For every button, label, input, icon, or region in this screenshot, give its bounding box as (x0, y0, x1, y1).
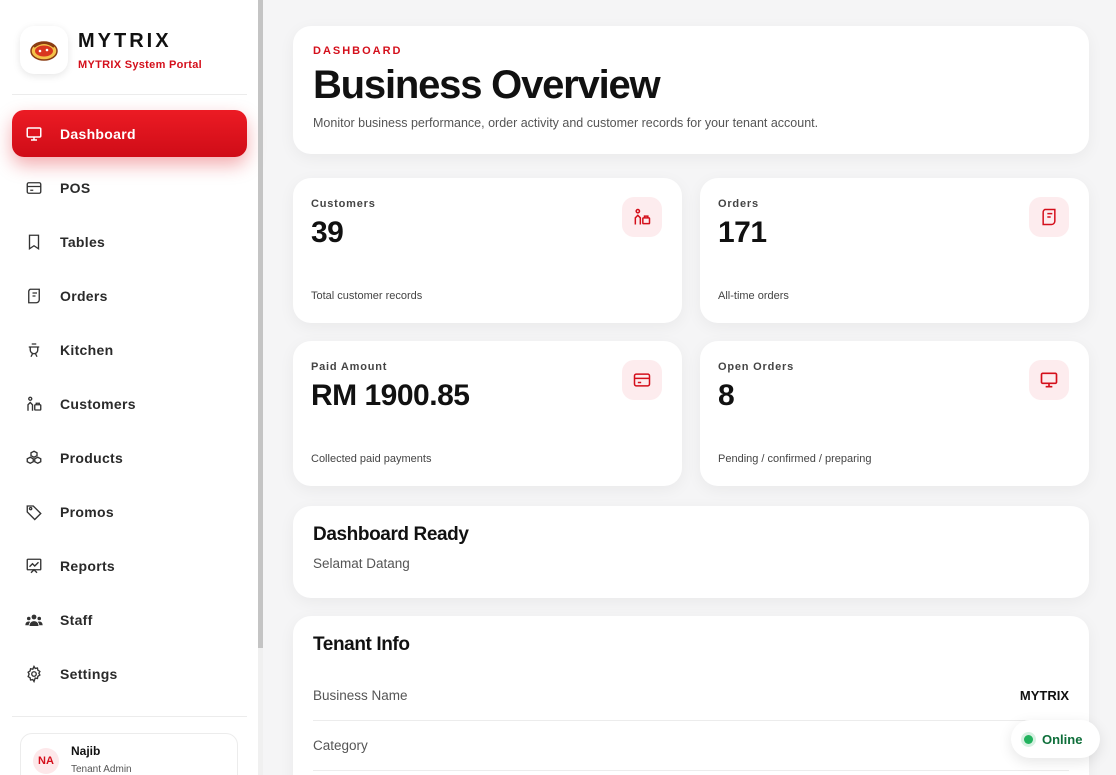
info-row-category: Category (313, 721, 1069, 771)
section-title: Dashboard Ready (313, 524, 469, 545)
dashboard-ready-card: Dashboard Ready Selamat Datang (293, 506, 1089, 598)
receipt-icon (1029, 197, 1069, 237)
stat-value: 171 (718, 216, 767, 249)
page-title: Business Overview (313, 63, 661, 107)
page-description: Monitor business performance, order acti… (313, 116, 819, 130)
bookmark-icon (24, 232, 44, 252)
sidebar-nav: Dashboard POS Tables Orders Kitchen Cust… (12, 110, 247, 704)
info-key: Category (313, 738, 368, 753)
avatar: NA (33, 748, 59, 774)
info-value: MYTRIX (1019, 688, 1069, 703)
user-name: Najib (71, 744, 101, 758)
sidebar-item-label: Dashboard (60, 125, 136, 142)
info-row-business-name: Business Name MYTRIX (313, 671, 1069, 721)
user-role: Tenant Admin (71, 764, 132, 775)
users-icon (24, 610, 44, 630)
stat-caption: All-time orders (718, 290, 789, 302)
stat-label: Open Orders (718, 361, 795, 373)
sidebar-scrollbar-thumb[interactable] (258, 0, 263, 648)
stat-caption: Collected paid payments (311, 453, 432, 465)
customer-icon (24, 394, 44, 414)
sidebar-item-label: POS (60, 179, 91, 196)
status-label: Online (1042, 731, 1083, 747)
brand-subtitle: MYTRIX System Portal (78, 58, 202, 71)
sidebar-item-label: Tables (60, 233, 106, 250)
page-header-card: DASHBOARD Business Overview Monitor busi… (293, 26, 1089, 154)
sidebar: MYTRIX MYTRIX System Portal Dashboard PO… (0, 0, 258, 775)
brand-name: MYTRIX (78, 29, 172, 52)
sidebar-divider (12, 716, 247, 717)
sidebar-item-label: Staff (60, 611, 93, 628)
cooking-pot-icon (24, 340, 44, 360)
sidebar-item-reports[interactable]: Reports (12, 542, 247, 589)
sidebar-item-dashboard[interactable]: Dashboard (12, 110, 247, 157)
status-dot (1024, 734, 1033, 744)
sidebar-item-promos[interactable]: Promos (12, 488, 247, 535)
gear-icon (24, 664, 44, 684)
card-icon (622, 360, 662, 400)
logo-mark (30, 41, 58, 61)
sidebar-item-tables[interactable]: Tables (12, 218, 247, 265)
sidebar-item-orders[interactable]: Orders (12, 272, 247, 319)
tag-icon (24, 502, 44, 522)
stat-card-open-orders: Open Orders 8 Pending / confirmed / prep… (700, 341, 1089, 486)
stat-card-customers: Customers 39 Total customer records (293, 178, 682, 323)
sidebar-item-pos[interactable]: POS (12, 164, 247, 211)
welcome-text: Selamat Datang (313, 556, 410, 571)
sidebar-item-label: Products (60, 449, 124, 466)
online-status-badge[interactable]: Online (1011, 720, 1100, 758)
sidebar-item-label: Reports (60, 557, 115, 574)
stat-label: Paid Amount (311, 361, 388, 373)
stat-value: RM 1900.85 (311, 379, 470, 412)
customer-icon (622, 197, 662, 237)
sidebar-item-label: Promos (60, 503, 114, 520)
chart-board-icon (24, 556, 44, 576)
stat-label: Orders (718, 198, 759, 210)
sidebar-item-label: Customers (60, 395, 136, 412)
card-icon (24, 178, 44, 198)
stat-value: 39 (311, 216, 344, 249)
tenant-info-card: Tenant Info Business Name MYTRIX Categor… (293, 616, 1089, 775)
stat-value: 8 (718, 379, 735, 412)
sidebar-item-label: Orders (60, 287, 108, 304)
sidebar-item-products[interactable]: Products (12, 434, 247, 481)
receipt-icon (24, 286, 44, 306)
page-eyebrow: DASHBOARD (313, 45, 403, 57)
stat-caption: Total customer records (311, 290, 423, 302)
sidebar-item-settings[interactable]: Settings (12, 650, 247, 697)
stat-label: Customers (311, 198, 376, 210)
stat-card-orders: Orders 171 All-time orders (700, 178, 1089, 323)
sidebar-item-label: Kitchen (60, 341, 114, 358)
stat-caption: Pending / confirmed / preparing (718, 453, 872, 465)
boxes-icon (24, 448, 44, 468)
brand-logo (20, 26, 68, 74)
monitor-icon (1029, 360, 1069, 400)
user-profile-card[interactable]: NA Najib Tenant Admin (20, 733, 238, 775)
sidebar-item-kitchen[interactable]: Kitchen (12, 326, 247, 373)
sidebar-item-label: Settings (60, 665, 118, 682)
brand[interactable]: MYTRIX MYTRIX System Portal (20, 26, 202, 74)
info-key: Business Name (313, 688, 408, 703)
stat-card-paid-amount: Paid Amount RM 1900.85 Collected paid pa… (293, 341, 682, 486)
sidebar-item-customers[interactable]: Customers (12, 380, 247, 427)
sidebar-item-staff[interactable]: Staff (12, 596, 247, 643)
monitor-icon (24, 124, 44, 144)
sidebar-divider (12, 94, 247, 95)
section-title: Tenant Info (313, 634, 410, 655)
